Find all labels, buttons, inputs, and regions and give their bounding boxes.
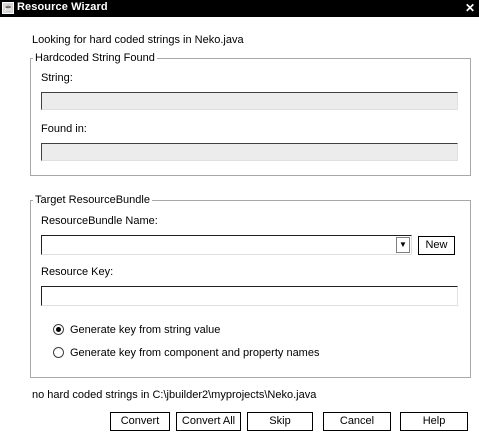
radio-button-checked[interactable] xyxy=(53,324,64,335)
hardcoded-group-legend: Hardcoded String Found xyxy=(33,52,157,64)
radio-button-unchecked[interactable] xyxy=(53,347,64,358)
target-group-legend: Target ResourceBundle xyxy=(33,194,152,206)
status-bottom-text: no hard coded strings in C:\jbuilder2\my… xyxy=(32,389,317,401)
resource-key-label: Resource Key: xyxy=(41,266,114,278)
skip-button[interactable]: Skip xyxy=(247,412,313,431)
resource-key-field[interactable] xyxy=(41,286,458,306)
new-button[interactable]: New xyxy=(418,236,455,255)
app-icon: ☕ xyxy=(2,2,15,14)
found-in-label: Found in: xyxy=(41,123,87,135)
title-bar[interactable]: ☕ Resource Wizard ✕ xyxy=(0,0,479,17)
bundle-name-label: ResourceBundle Name: xyxy=(41,215,158,227)
window-title: Resource Wizard xyxy=(17,1,108,13)
bundle-name-select[interactable]: ▼ xyxy=(41,235,412,255)
string-label: String: xyxy=(41,72,73,84)
convert-button[interactable]: Convert xyxy=(110,412,170,431)
string-field[interactable] xyxy=(41,92,458,110)
cancel-button[interactable]: Cancel xyxy=(323,412,391,431)
convert-all-button[interactable]: Convert All xyxy=(176,412,241,431)
chevron-down-icon[interactable]: ▼ xyxy=(396,237,410,253)
radio-label-string-value: Generate key from string value xyxy=(70,324,221,336)
help-button[interactable]: Help xyxy=(400,412,468,431)
close-icon[interactable]: ✕ xyxy=(464,0,476,16)
status-top-text: Looking for hard coded strings in Neko.j… xyxy=(32,34,244,46)
radio-label-component-names: Generate key from component and property… xyxy=(70,347,320,359)
found-in-field[interactable] xyxy=(41,143,458,161)
